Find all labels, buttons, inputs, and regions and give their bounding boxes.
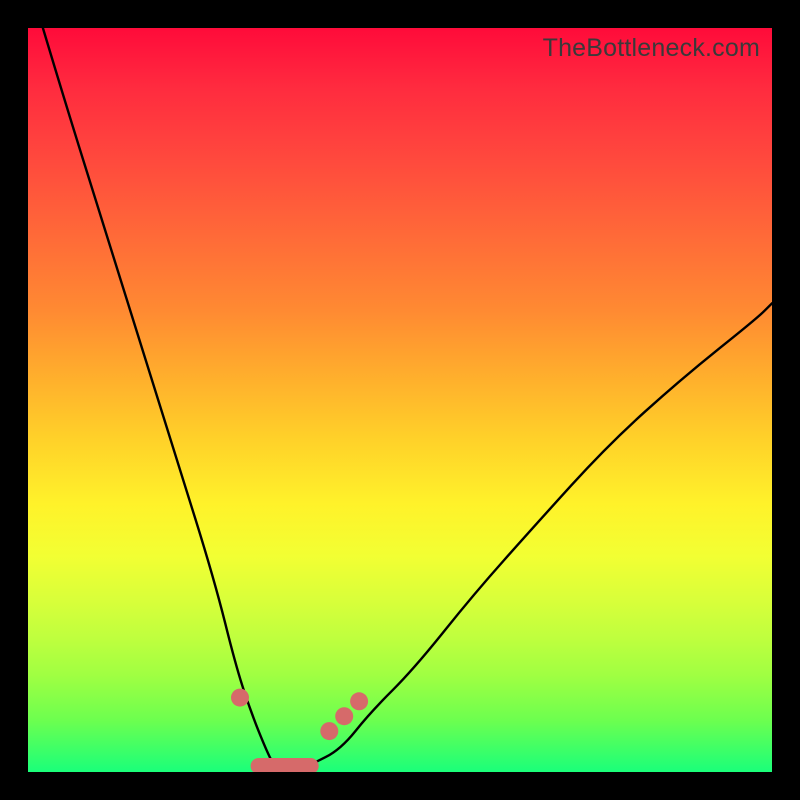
marker-dot (335, 707, 353, 725)
curve-svg (28, 28, 772, 772)
bottleneck-curve-line (43, 28, 772, 772)
marker-dot (350, 692, 368, 710)
plot-area: TheBottleneck.com (28, 28, 772, 772)
marker-dot (231, 689, 249, 707)
marker-dot (320, 722, 338, 740)
chart-frame: TheBottleneck.com (0, 0, 800, 800)
